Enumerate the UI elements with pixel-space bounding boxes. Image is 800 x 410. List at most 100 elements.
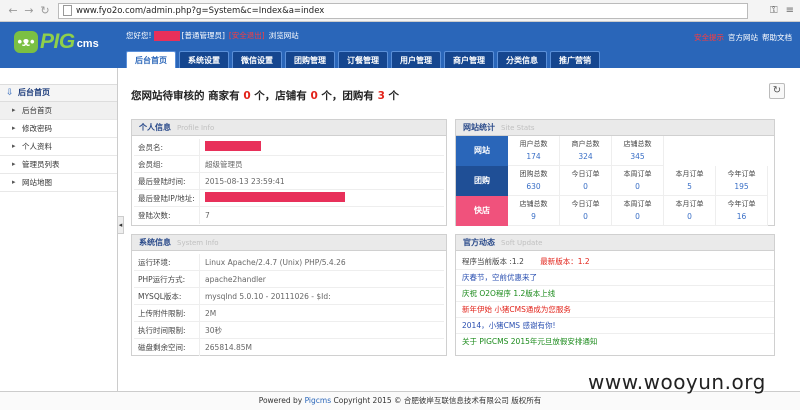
- nav-tab-users[interactable]: 用户管理: [391, 51, 441, 68]
- news-link[interactable]: 2014，小猪CMS 感谢有你!: [462, 321, 555, 330]
- info-row: 运行环境: Linux Apache/2.4.7 (Unix) PHP/5.4.2…: [134, 254, 444, 271]
- reload-icon[interactable]: ↻: [38, 4, 52, 18]
- admin-header: •ᴥ• PIG cms 您好您! [普通管理员] [安全退出] 浏览网站 安全提…: [0, 22, 800, 68]
- news-item[interactable]: 庆春节，空前优惠来了: [456, 270, 774, 286]
- stat-cell: 店铺总数 9: [508, 196, 560, 226]
- panel-subtitle: Profile Info: [177, 124, 215, 132]
- logo-text: PIG: [40, 30, 75, 53]
- info-row: 磁盘剩余空间: 265814.85M: [134, 339, 444, 356]
- sidebar-item-home[interactable]: ▸ 后台首页: [0, 102, 117, 120]
- watermark: www.wooyun.org: [588, 370, 766, 394]
- sidebar-item-label: 修改密码: [22, 124, 52, 133]
- stat-value: 5: [687, 182, 692, 191]
- info-row: 执行时间限制: 30秒: [134, 322, 444, 339]
- chevron-down-icon: ⇩: [6, 88, 14, 98]
- stat-title: 今日订单: [571, 170, 600, 178]
- sidebar-title[interactable]: ⇩ 后台首页: [0, 84, 117, 102]
- collapse-sidebar-handle[interactable]: ◂: [117, 216, 124, 234]
- sidebar-item-sitemap[interactable]: ▸ 网站地图: [0, 174, 117, 192]
- info-row: 最后登陆时间: 2015-08-13 23:59:41: [134, 173, 444, 190]
- nav-tab-home[interactable]: 后台首页: [126, 51, 176, 68]
- key-icon[interactable]: ⚿: [770, 5, 778, 16]
- address-bar[interactable]: www.fyo2o.com/admin.php?g=System&c=Index…: [58, 2, 748, 19]
- back-arrow-icon[interactable]: ←: [6, 4, 20, 18]
- security-tip-link[interactable]: 安全提示: [694, 32, 724, 43]
- nav-tab-classifieds[interactable]: 分类信息: [497, 51, 547, 68]
- stat-cell: 今日订单 0: [560, 196, 612, 226]
- stat-title: 店铺总数: [519, 200, 548, 208]
- stat-cell: 本月订单 5: [664, 166, 716, 196]
- stat-value: 324: [578, 152, 593, 161]
- panel-header: 系统信息 System Info: [132, 235, 446, 251]
- info-label: 会员名:: [134, 139, 200, 155]
- sidebar-item-profile[interactable]: ▸ 个人资料: [0, 138, 117, 156]
- stat-value: 195: [734, 182, 749, 191]
- bullet-icon: ▸: [12, 106, 16, 114]
- summary-suffix: 个: [388, 90, 400, 102]
- news-link[interactable]: 庆祝 O2O程序 1.2版本上线: [462, 289, 555, 298]
- info-label: MYSQL版本:: [134, 288, 200, 304]
- stat-value: 0: [583, 182, 588, 191]
- stat-value: 0: [635, 182, 640, 191]
- info-value: 7: [205, 211, 210, 220]
- welcome-text: 您好您!: [126, 31, 152, 40]
- nav-tab-system[interactable]: 系统设置: [179, 51, 229, 68]
- news-link[interactable]: 关于 PIGCMS 2015年元旦放假安排通知: [462, 337, 597, 346]
- stats-row-store: 快店 店铺总数 9 今日订单 0 本周订单 0 本月订单 0 今年订单 16: [456, 196, 774, 226]
- refresh-button[interactable]: ↻: [769, 83, 785, 99]
- info-row: 会员名:: [134, 139, 444, 156]
- stats-row-groupbuy: 团购 团购总数 630 今日订单 0 本周订单 0 本月订单 5 今年订单 195: [456, 166, 774, 196]
- nav-tab-meal[interactable]: 订餐管理: [338, 51, 388, 68]
- stat-title: 本月订单: [675, 170, 704, 178]
- news-item[interactable]: 新年伊始 小猪CMS通成为您服务: [456, 302, 774, 318]
- stat-title: 今日订单: [571, 200, 600, 208]
- main-content: 您网站待审核的 商家有 0 个，店铺有 0 个，团购有 3 个 ↻ 个人信息 Pr…: [124, 68, 800, 391]
- stat-cell: 本周订单 0: [612, 196, 664, 226]
- sidebar-item-admin-list[interactable]: ▸ 管理员列表: [0, 156, 117, 174]
- url-text: www.fyo2o.com/admin.php?g=System&c=Index…: [76, 5, 325, 16]
- browse-site-link[interactable]: 浏览网站: [269, 30, 299, 41]
- stat-title: 今年订单: [727, 200, 756, 208]
- official-site-link[interactable]: 官方网站: [728, 32, 758, 43]
- news-link[interactable]: 庆春节，空前优惠来了: [462, 273, 537, 282]
- menu-icon[interactable]: ≡: [786, 5, 794, 16]
- help-docs-link[interactable]: 帮助文档: [762, 32, 792, 43]
- info-value: 30秒: [205, 325, 223, 335]
- logout-link[interactable]: [安全退出]: [229, 30, 265, 41]
- browser-toolbar: ← → ↻ www.fyo2o.com/admin.php?g=System&c…: [0, 0, 800, 22]
- sidebar-item-label: 网站地图: [22, 178, 52, 187]
- news-item[interactable]: 关于 PIGCMS 2015年元旦放假安排通知: [456, 334, 774, 350]
- logo-cms: cms: [76, 38, 99, 50]
- stat-title: 今年订单: [727, 170, 756, 178]
- forward-arrow-icon[interactable]: →: [22, 4, 36, 18]
- nav-tab-wechat[interactable]: 微信设置: [232, 51, 282, 68]
- info-label: 会员组:: [134, 156, 200, 172]
- sidebar-item-change-password[interactable]: ▸ 修改密码: [0, 120, 117, 138]
- page-icon: [63, 5, 72, 16]
- news-item[interactable]: 2014，小猪CMS 感谢有你!: [456, 318, 774, 334]
- stat-cell: 本周订单 0: [612, 166, 664, 196]
- panel-subtitle: Site Stats: [501, 124, 535, 132]
- sidebar-item-label: 个人资料: [22, 142, 52, 151]
- stat-value: 0: [583, 212, 588, 221]
- nav-tab-groupbuy[interactable]: 团购管理: [285, 51, 335, 68]
- summary-mid1: 个，店铺有: [254, 90, 307, 102]
- footer-brand-link[interactable]: Pigcms: [305, 396, 332, 405]
- role-text: [普通管理员]: [181, 31, 225, 40]
- stat-title: 本周订单: [623, 170, 652, 178]
- nav-tab-merchants[interactable]: 商户管理: [444, 51, 494, 68]
- stat-title: 本周订单: [623, 200, 652, 208]
- news-item[interactable]: 庆祝 O2O程序 1.2版本上线: [456, 286, 774, 302]
- main-nav: 后台首页 系统设置 微信设置 团购管理 订餐管理 用户管理 商户管理 分类信息 …: [126, 51, 600, 68]
- stats-row-label: 团购: [456, 166, 508, 196]
- info-value: 2015-08-13 23:59:41: [205, 176, 285, 186]
- news-link[interactable]: 新年伊始 小猪CMS通成为您服务: [462, 305, 571, 314]
- panel-title: 官方动态: [463, 238, 495, 247]
- stat-value: 174: [526, 152, 541, 161]
- stat-cell: 用户总数 174: [508, 136, 560, 166]
- bullet-icon: ▸: [12, 124, 16, 132]
- nav-tab-marketing[interactable]: 推广营销: [550, 51, 600, 68]
- info-label: 执行时间限制:: [134, 322, 200, 338]
- pig-logo-icon: •ᴥ•: [14, 31, 38, 53]
- stat-value: 0: [635, 212, 640, 221]
